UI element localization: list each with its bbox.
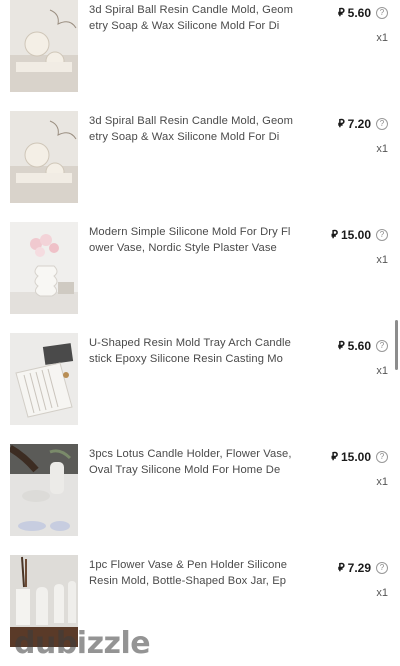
product-image[interactable] <box>10 222 78 314</box>
list-item[interactable]: 3pcs Lotus Candle Holder, Flower Vase, O… <box>0 444 400 555</box>
product-image[interactable] <box>10 111 78 203</box>
quantity: x1 <box>376 143 388 155</box>
list-item[interactable]: 3d Spiral Ball Resin Candle Mold, Geomet… <box>0 111 400 222</box>
list-item[interactable]: U-Shaped Resin Mold Tray Arch Candlestic… <box>0 333 400 444</box>
product-title[interactable]: 3d Spiral Ball Resin Candle Mold, Geomet… <box>89 113 294 145</box>
product-title[interactable]: 1pc Flower Vase & Pen Holder Silicone Re… <box>89 557 294 589</box>
product-image[interactable] <box>10 444 78 536</box>
product-title[interactable]: 3d Spiral Ball Resin Candle Mold, Geomet… <box>89 2 294 34</box>
quantity: x1 <box>376 476 388 488</box>
info-icon[interactable]: ? <box>376 7 388 19</box>
info-icon[interactable]: ? <box>376 562 388 574</box>
scrollbar[interactable] <box>395 320 398 370</box>
price: ⃃ 7.29 ? <box>338 561 388 575</box>
product-title[interactable]: Modern Simple Silicone Mold For Dry Flow… <box>89 224 294 256</box>
price: ⃃ 15.00 ? <box>331 450 388 464</box>
quantity: x1 <box>376 32 388 44</box>
currency-icon: ⃃ <box>338 340 345 352</box>
product-title[interactable]: U-Shaped Resin Mold Tray Arch Candlestic… <box>89 335 294 367</box>
price-value: 7.20 <box>347 117 371 131</box>
list-item[interactable]: Modern Simple Silicone Mold For Dry Flow… <box>0 222 400 333</box>
info-icon[interactable]: ? <box>376 340 388 352</box>
product-image[interactable] <box>10 333 78 425</box>
currency-icon: ⃃ <box>338 118 345 130</box>
price-value: 7.29 <box>347 561 371 575</box>
price: ⃃ 15.00 ? <box>331 228 388 242</box>
price: ⃃ 5.60 ? <box>338 339 388 353</box>
currency-icon: ⃃ <box>338 562 345 574</box>
price-value: 15.00 <box>340 450 371 464</box>
quantity: x1 <box>376 254 388 266</box>
product-title[interactable]: 3pcs Lotus Candle Holder, Flower Vase, O… <box>89 446 294 478</box>
info-icon[interactable]: ? <box>376 229 388 241</box>
currency-icon: ⃃ <box>331 229 338 241</box>
quantity: x1 <box>376 587 388 599</box>
price-value: 15.00 <box>340 228 371 242</box>
currency-icon: ⃃ <box>331 451 338 463</box>
currency-icon: ⃃ <box>338 7 345 19</box>
info-icon[interactable]: ? <box>376 118 388 130</box>
list-item[interactable]: 3d Spiral Ball Resin Candle Mold, Geomet… <box>0 0 400 111</box>
info-icon[interactable]: ? <box>376 451 388 463</box>
quantity: x1 <box>376 365 388 377</box>
price: ⃃ 7.20 ? <box>338 117 388 131</box>
price-value: 5.60 <box>347 6 371 20</box>
price: ⃃ 5.60 ? <box>338 6 388 20</box>
price-value: 5.60 <box>347 339 371 353</box>
product-image[interactable] <box>10 0 78 92</box>
dubizzle-watermark: dubizzle <box>14 626 151 661</box>
